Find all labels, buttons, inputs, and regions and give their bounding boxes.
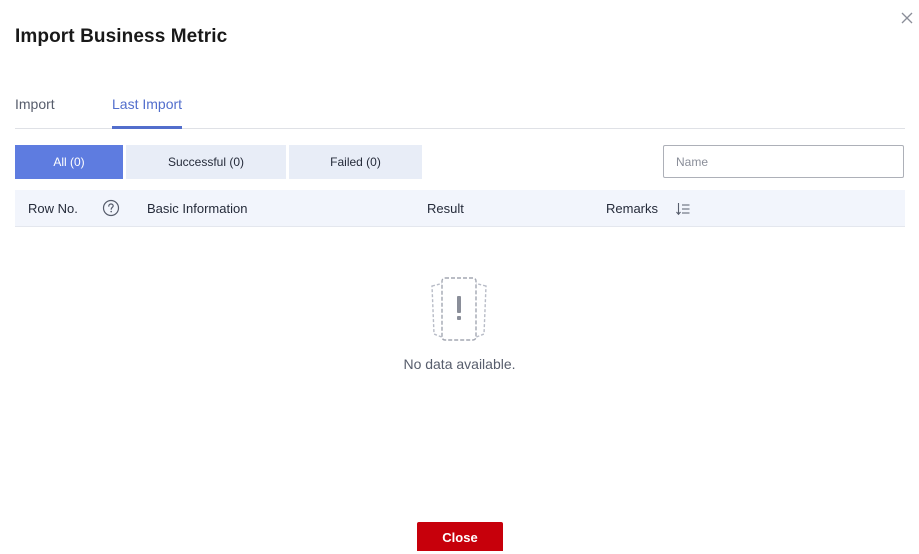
filter-all-button[interactable]: All (0) [15, 145, 123, 179]
dialog-title: Import Business Metric [15, 26, 228, 47]
tab-bar: Import Last Import [15, 90, 905, 130]
name-search-input[interactable] [663, 145, 904, 178]
import-business-metric-dialog: Import Business Metric Import Last Impor… [0, 0, 919, 551]
table-header: Row No. Basic Information Result Remarks [15, 190, 905, 227]
column-header-row-no: Row No. [28, 201, 78, 216]
column-header-result: Result [427, 201, 464, 216]
no-data-icon [424, 274, 494, 346]
filter-failed-button[interactable]: Failed (0) [289, 145, 422, 179]
help-icon[interactable] [102, 199, 120, 217]
close-button[interactable]: Close [417, 522, 503, 551]
empty-state-text: No data available. [403, 356, 516, 372]
sort-icon[interactable] [676, 202, 690, 216]
close-icon[interactable] [899, 10, 915, 26]
column-header-remarks: Remarks [606, 201, 659, 216]
tab-last-import[interactable]: Last Import [112, 94, 183, 129]
column-header-basic-information: Basic Information [147, 201, 248, 216]
filter-successful-button[interactable]: Successful (0) [126, 145, 286, 179]
tab-import[interactable]: Import [15, 94, 55, 128]
